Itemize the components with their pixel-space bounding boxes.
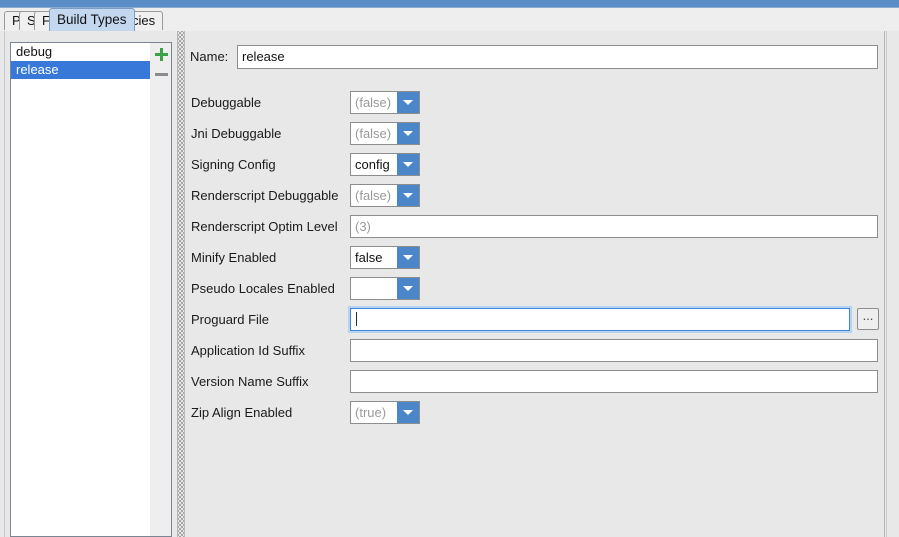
splitter-edge-right	[184, 31, 185, 537]
jni-debuggable-combobox[interactable]: (false)	[350, 122, 420, 145]
panel-splitter[interactable]	[175, 31, 187, 537]
name-input[interactable]: release	[237, 45, 878, 69]
list-item[interactable]: release	[11, 61, 150, 79]
form-row: Application Id Suffix	[187, 339, 885, 363]
browse-file-button[interactable]: ...	[857, 308, 879, 330]
plus-icon-stem	[160, 48, 163, 61]
form-row-label: Proguard File	[191, 312, 270, 327]
name-row: Name: release	[187, 45, 885, 69]
proguard-file-input[interactable]	[350, 308, 850, 331]
minus-icon	[155, 73, 168, 76]
version-name-suffix-input[interactable]	[350, 370, 878, 393]
form-row-label: Signing Config	[191, 157, 276, 172]
renderscript-optim-level-input[interactable]: (3)	[350, 215, 878, 238]
form-row-label: Renderscript Optim Level	[191, 219, 338, 234]
chevron-down-icon[interactable]	[397, 92, 419, 113]
name-label: Name:	[190, 49, 229, 64]
form-row-label: Minify Enabled	[191, 250, 277, 265]
form-row-label: Jni Debuggable	[191, 126, 282, 141]
build-type-editor-form: Name: release Debuggable (false) Jni Debug…	[187, 31, 885, 537]
add-build-type-button[interactable]	[152, 45, 170, 63]
main-body: debug release Name: release Debuggable (fa…	[0, 31, 899, 537]
signing-config-value: config	[355, 157, 390, 172]
form-row: Debuggable (false)	[187, 91, 885, 115]
form-row: Renderscript Optim Level (3)	[187, 215, 885, 239]
renderscript-debuggable-combobox[interactable]: (false)	[350, 184, 420, 207]
renderscript-debuggable-value: (false)	[355, 188, 392, 203]
minify-enabled-value: false	[355, 250, 383, 265]
form-row: Proguard File...	[187, 308, 885, 332]
application-id-suffix-input[interactable]	[350, 339, 878, 362]
list-item[interactable]: debug	[11, 43, 150, 61]
chevron-down-icon[interactable]	[397, 402, 419, 423]
minify-enabled-combobox[interactable]: false	[350, 246, 420, 269]
text-caret	[356, 312, 357, 326]
chevron-down-glyph	[403, 255, 413, 260]
form-row: Signing Config config	[187, 153, 885, 177]
build-types-list[interactable]: debug release	[10, 42, 150, 537]
form-row-label: Application Id Suffix	[191, 343, 305, 358]
zip-align-enabled-combobox[interactable]: (true)	[350, 401, 420, 424]
form-row: Version Name Suffix	[187, 370, 885, 394]
jni-debuggable-value: (false)	[355, 126, 392, 141]
chevron-down-glyph	[403, 162, 413, 167]
chevron-down-glyph	[403, 286, 413, 291]
chevron-down-icon[interactable]	[397, 154, 419, 175]
form-row: Zip Align Enabled (true)	[187, 401, 885, 425]
panel-left-edge	[4, 31, 5, 537]
debuggable-combobox[interactable]: (false)	[350, 91, 420, 114]
form-row-label: Pseudo Locales Enabled	[191, 281, 335, 296]
chevron-down-icon[interactable]	[397, 185, 419, 206]
chevron-down-icon[interactable]	[397, 247, 419, 268]
debuggable-value: (false)	[355, 95, 392, 110]
form-row-label: Debuggable	[191, 95, 262, 110]
form-row-label: Zip Align Enabled	[191, 405, 293, 420]
zip-align-enabled-value: (true)	[355, 405, 387, 420]
chevron-down-glyph	[403, 131, 413, 136]
form-row: Minify Enabled false	[187, 246, 885, 270]
form-row: Renderscript Debuggable (false)	[187, 184, 885, 208]
form-row: Pseudo Locales Enabled	[187, 277, 885, 301]
form-row-label: Version Name Suffix	[191, 374, 309, 389]
form-row: Jni Debuggable (false)	[187, 122, 885, 146]
chevron-down-icon[interactable]	[397, 123, 419, 144]
chevron-down-icon[interactable]	[397, 278, 419, 299]
chevron-down-glyph	[403, 100, 413, 105]
pseudo-locales-enabled-combobox[interactable]	[350, 277, 420, 300]
remove-build-type-button[interactable]	[152, 65, 170, 83]
signing-config-combobox[interactable]: config	[350, 153, 420, 176]
window-accent-bar	[0, 0, 899, 8]
chevron-down-glyph	[403, 410, 413, 415]
tab-bar: PropertiesSigningFlavorsBuild TypesDepen…	[0, 8, 899, 31]
form-row-label: Renderscript Debuggable	[191, 188, 339, 203]
right-gutter	[886, 31, 899, 537]
list-toolbar	[150, 42, 172, 537]
tab-build-types[interactable]: Build Types	[49, 8, 135, 31]
chevron-down-glyph	[403, 193, 413, 198]
